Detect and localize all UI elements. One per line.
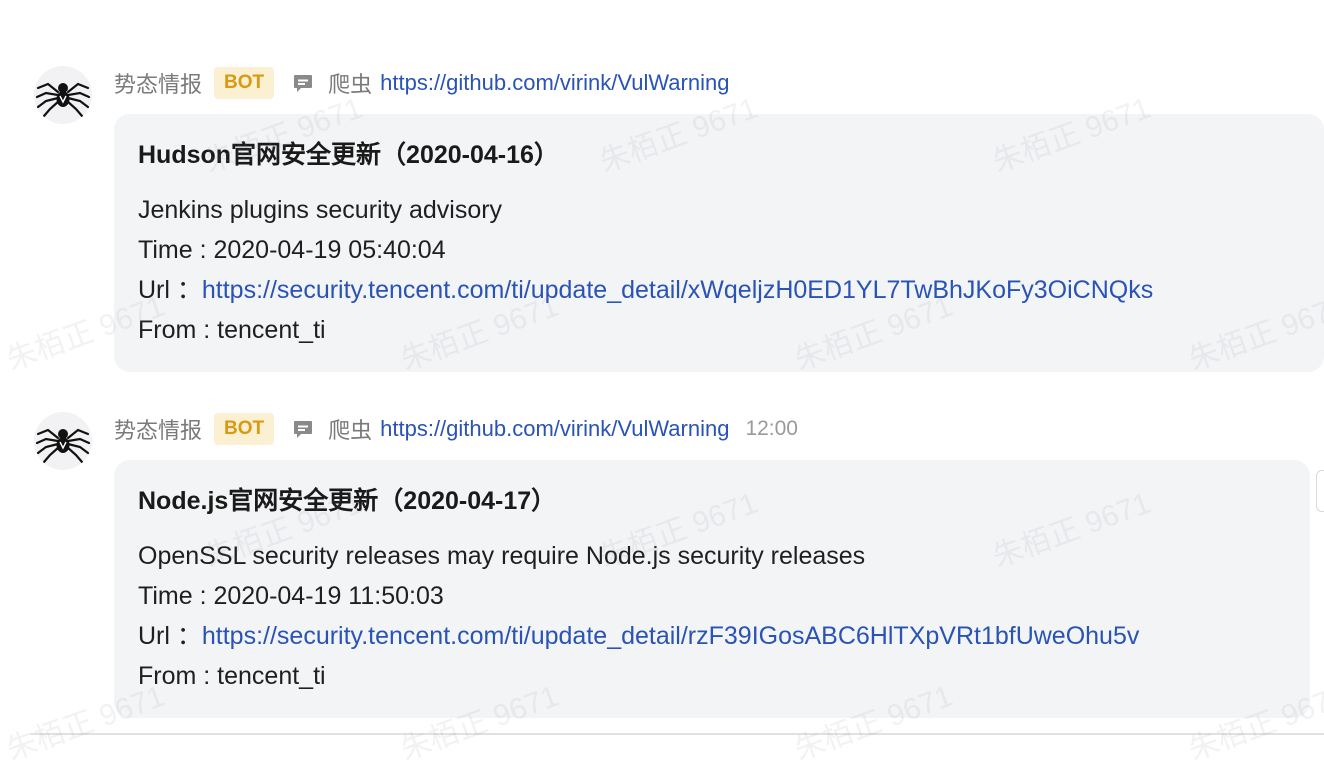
chat-bubble-icon	[292, 72, 314, 94]
card-time: Time : 2020-04-19 11:50:03	[138, 582, 444, 610]
url-label: Url ：	[138, 622, 202, 650]
bot-badge: BOT	[214, 67, 275, 99]
bot-avatar[interactable]	[34, 412, 92, 470]
message-card: Node.js官网安全更新（2020-04-17） OpenSSL securi…	[114, 460, 1310, 718]
url-label: Url ：	[138, 276, 202, 304]
sender-name[interactable]: 势态情报	[114, 67, 202, 99]
bottom-divider	[30, 733, 1324, 735]
card-from: From : tencent_ti	[138, 662, 326, 690]
sender-name[interactable]: 势态情报	[114, 413, 202, 445]
bot-avatar[interactable]	[34, 66, 92, 124]
chat-bubble-icon	[292, 418, 314, 440]
card-description: OpenSSL security releases may require No…	[138, 542, 866, 570]
card-time: Time : 2020-04-19 05:40:04	[138, 236, 446, 264]
detail-link[interactable]: https://security.tencent.com/ti/update_d…	[202, 276, 1153, 304]
message-header: 势态情报 BOT 爬虫 https://github.com/virink/Vu…	[114, 66, 729, 100]
source-link[interactable]: https://github.com/virink/VulWarning	[380, 416, 729, 442]
side-panel-edge[interactable]	[1316, 470, 1324, 512]
message-header: 势态情报 BOT 爬虫 https://github.com/virink/Vu…	[114, 412, 798, 446]
card-from: From : tencent_ti	[138, 316, 326, 344]
card-title: Hudson官网安全更新（2020-04-16）	[138, 141, 559, 169]
detail-link[interactable]: https://security.tencent.com/ti/update_d…	[202, 622, 1139, 650]
channel-name: 爬虫	[328, 72, 373, 97]
message-timestamp: 12:00	[745, 417, 798, 440]
card-title: Node.js官网安全更新（2020-04-17）	[138, 487, 557, 515]
spider-icon	[35, 428, 91, 464]
card-url-row: Url ：https://security.tencent.com/ti/upd…	[138, 270, 1300, 310]
message-card: Hudson官网安全更新（2020-04-16） Jenkins plugins…	[114, 114, 1324, 372]
bot-badge: BOT	[214, 413, 275, 445]
card-url-row: Url ：https://security.tencent.com/ti/upd…	[138, 616, 1286, 656]
channel-name: 爬虫	[328, 418, 373, 443]
source-link[interactable]: https://github.com/virink/VulWarning	[380, 70, 729, 96]
spider-icon	[35, 82, 91, 118]
card-description: Jenkins plugins security advisory	[138, 196, 503, 224]
